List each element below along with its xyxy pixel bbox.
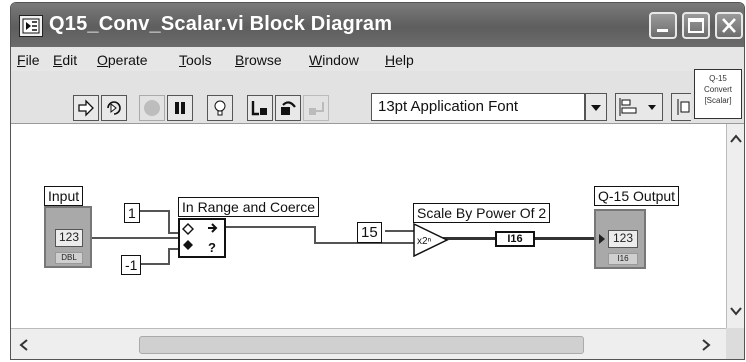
output-type-box: 123 [608,230,638,248]
output-sub: I16 [617,254,629,263]
svg-text:?: ? [208,240,216,255]
input-type-box: 123 [55,229,83,247]
power-constant[interactable]: 15 [357,222,382,243]
vi-connector-icon[interactable]: Q-15 Convert [Scalar] [694,69,742,119]
scrollbar-corner [726,328,744,359]
input-type: 123 [58,230,80,244]
block-diagram-window: Q15_Conv_Scalar.vi Block Diagram File Ed… [10,2,745,360]
close-button[interactable] [715,12,743,39]
window-title: Q15_Conv_Scalar.vi Block Diagram [49,13,393,35]
menu-edit[interactable]: Edit [53,52,77,68]
menu-browse[interactable]: Browse [235,52,282,68]
abort-icon[interactable] [139,95,165,121]
horizontal-scroll-thumb[interactable] [139,336,584,354]
input-sub-box: DBL [55,252,83,264]
vi-icon-line-1: Q-15 [709,74,727,83]
diagram-canvas[interactable]: Input 123 DBL 1 -1 In Range and Coerce ?… [11,124,726,328]
font-setting-select[interactable]: 13pt Application Font [371,93,585,121]
wire-const-lower [137,263,169,265]
pause-icon[interactable] [167,95,193,121]
font-dropdown-button[interactable] [585,93,607,121]
maximize-button[interactable] [682,12,710,39]
minimize-button[interactable] [649,12,677,39]
constant-lower[interactable]: -1 [121,255,142,275]
highlight-execution-icon[interactable] [207,95,233,121]
menu-bar: File Edit Operate Tools Browse Window He… [11,47,744,71]
run-continuously-icon[interactable] [101,95,127,121]
constant-upper[interactable]: 1 [124,203,140,223]
step-over-icon[interactable] [275,95,301,121]
wire-coerced [225,226,315,228]
wire-const-lower-v [168,248,170,265]
output-terminal[interactable]: 123 I16 [594,209,646,269]
menu-file[interactable]: File [17,52,40,68]
output-label: Q-15 Output [594,186,680,206]
wire-input [90,237,178,239]
menu-tools[interactable]: Tools [179,52,212,68]
menu-help[interactable]: Help [385,52,414,68]
wire-const-lower-h [168,248,178,250]
wire-const-upper-h [168,232,178,234]
wire-power [385,230,415,232]
horizontal-scrollbar[interactable] [11,328,726,359]
block-diagram-icon [19,15,43,37]
scroll-down-icon[interactable] [729,306,743,316]
menu-window[interactable]: Window [309,52,359,68]
scroll-up-icon[interactable] [729,134,743,144]
vertical-scrollbar[interactable] [726,124,744,328]
toolbar: 13pt Application Font [11,71,744,124]
in-range-coerce-node[interactable]: ? [178,218,226,258]
align-objects-button[interactable] [615,93,663,121]
coerce-label: In Range and Coerce [178,197,320,217]
scale-glyph: x2ⁿ [417,236,432,247]
scale-by-power-of-2-node[interactable]: x2ⁿ [413,223,449,257]
vi-icon-line-2: Convert [703,85,732,94]
output-type: 123 [612,231,634,245]
title-bar[interactable]: Q15_Conv_Scalar.vi Block Diagram [11,3,744,47]
convert-i16-node[interactable]: I16 [495,231,535,247]
wire-const-upper [137,210,169,212]
input-terminal[interactable]: 123 DBL [44,206,92,268]
step-out-icon[interactable] [303,95,329,121]
vi-icon-line-3: [Scalar] [704,96,732,105]
scale-label: Scale By Power Of 2 [413,203,551,223]
input-label: Input [44,186,84,206]
scroll-left-icon[interactable] [19,338,29,352]
output-input-arrow-icon [599,234,605,244]
input-sub: DBL [61,253,77,262]
run-arrow-icon[interactable] [73,95,99,121]
distribute-objects-button[interactable] [671,93,691,121]
output-sub-box: I16 [608,253,638,265]
scroll-right-icon[interactable] [701,338,711,352]
convert-type: I16 [507,233,523,245]
step-into-icon[interactable] [247,95,273,121]
wire-const-upper-v [168,210,170,234]
menu-operate[interactable]: Operate [97,52,148,68]
